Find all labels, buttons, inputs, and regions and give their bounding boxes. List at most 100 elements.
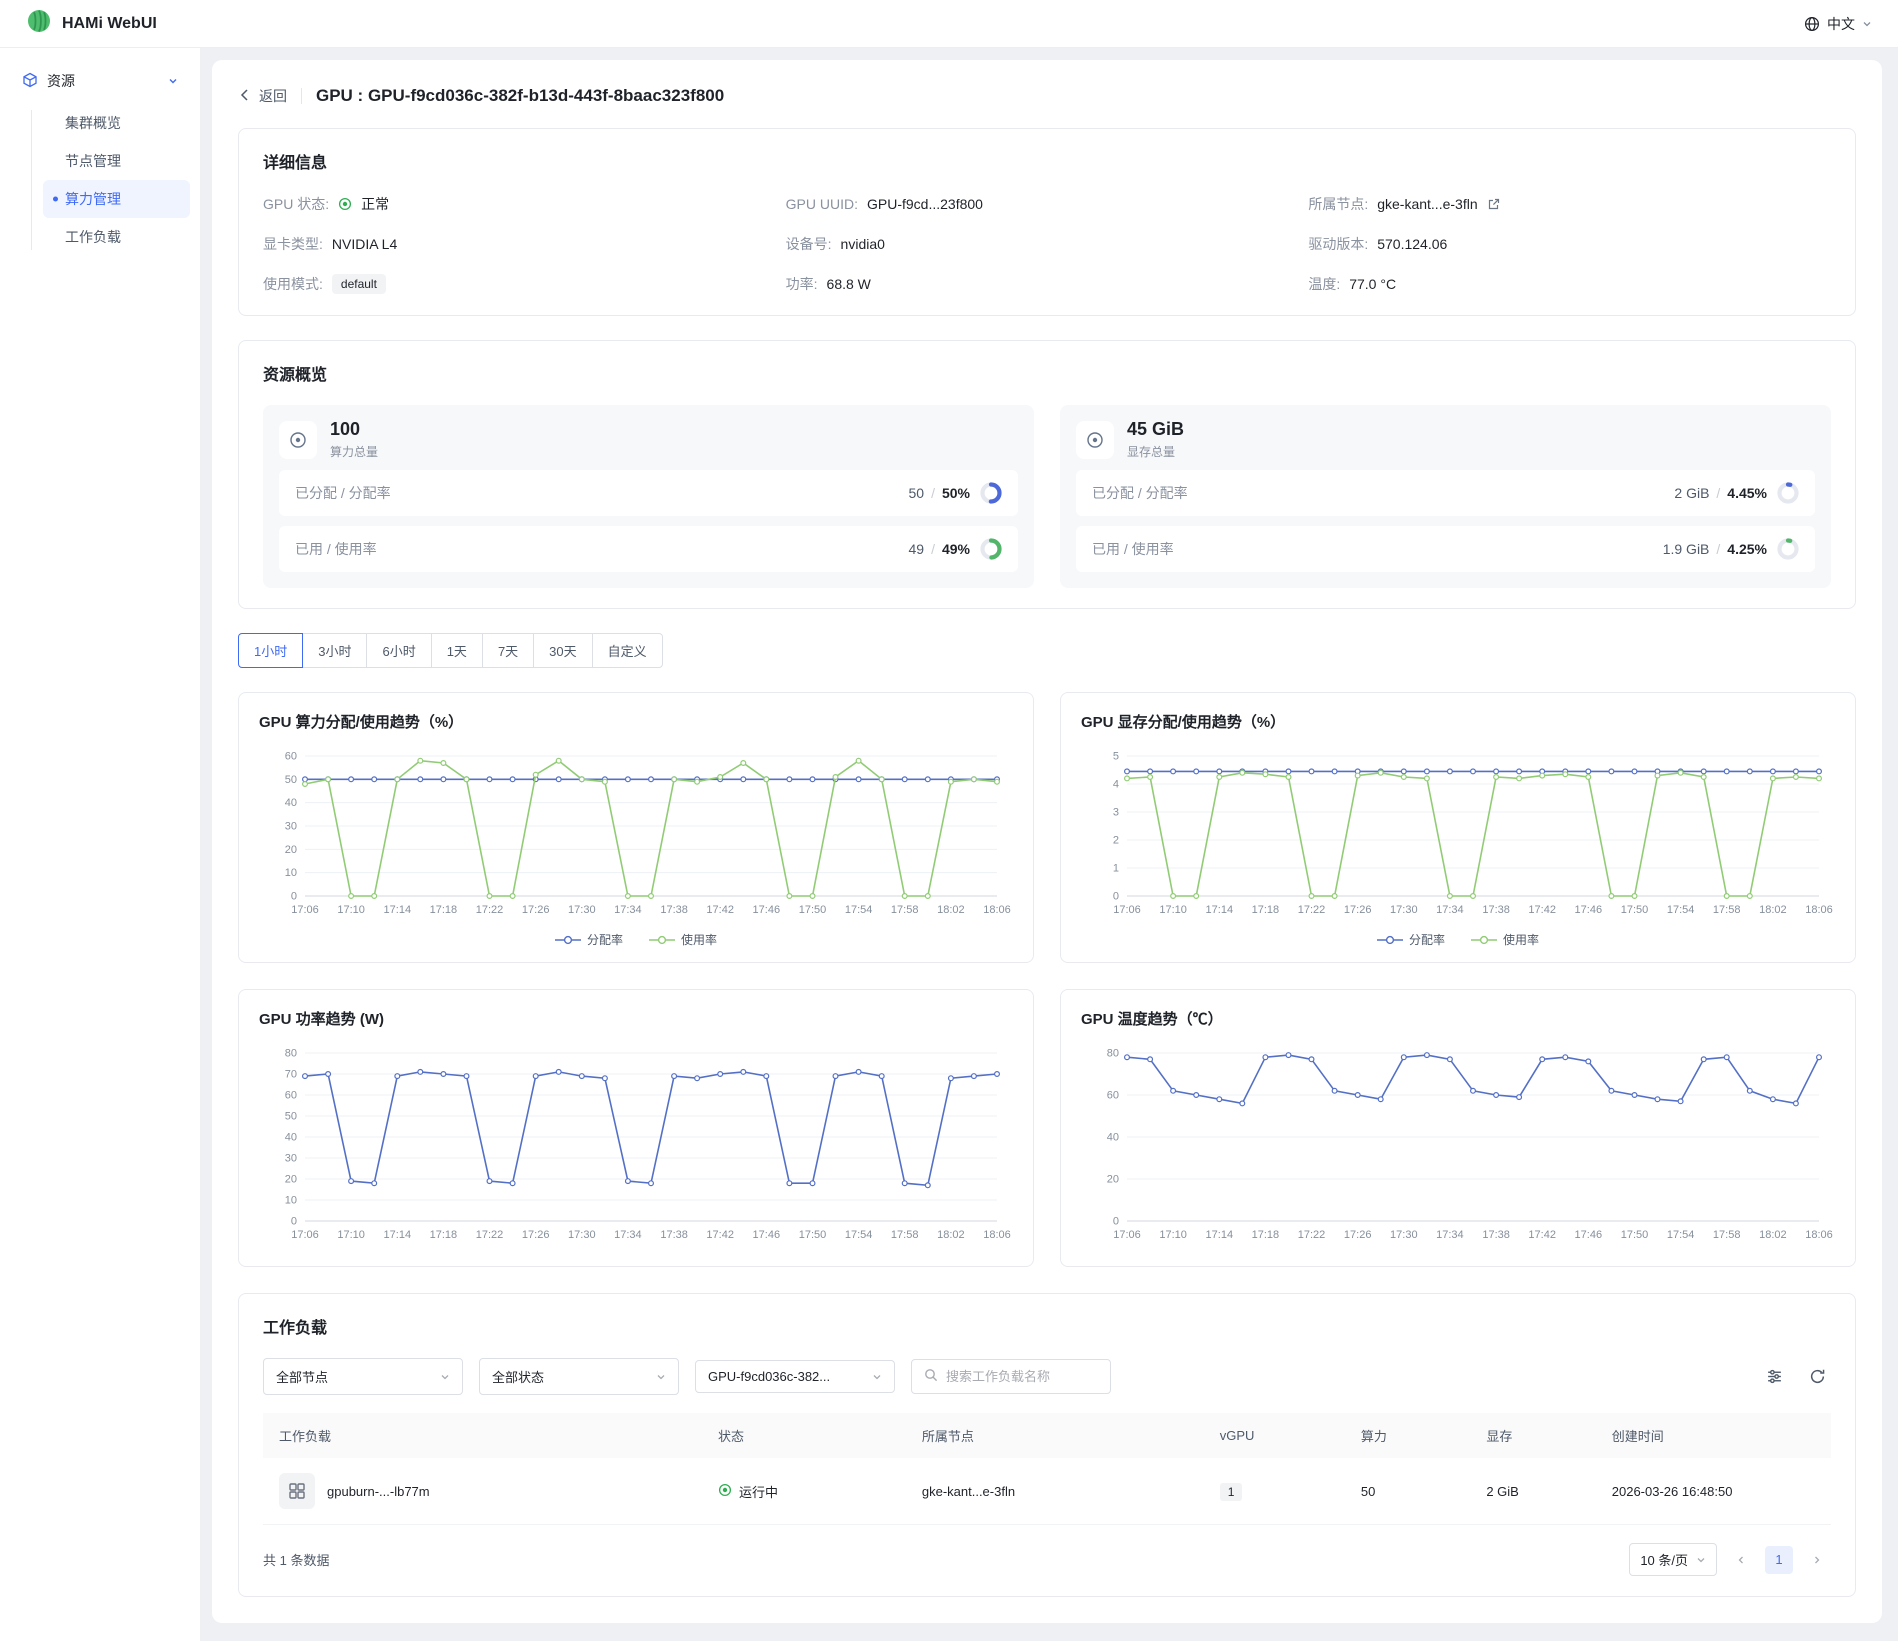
detail-device-no: 设备号:nvidia0 [786,233,1309,255]
resource-row-value: 49/49% [909,538,1003,560]
sidebar-item-workloads[interactable]: 工作负载 [43,218,190,256]
workload-status: 运行中 [718,1482,778,1501]
chart-plot: 01234517:0617:1017:1417:1817:2217:2617:3… [1081,744,1835,927]
resource-panel-head: 100 算力总量 [279,419,1018,460]
legend-item-alloc[interactable]: 分配率 [1377,931,1445,948]
time-tab-1h[interactable]: 1小时 [238,633,303,668]
workloads-filters: 全部节点 全部状态 GPU-f9cd036c-382... [263,1358,1831,1395]
chart-title: GPU 显存分配/使用趋势（%） [1081,711,1835,732]
resource-total-label: 显存总量 [1127,443,1184,460]
svg-text:17:26: 17:26 [522,1229,550,1241]
page-size-select[interactable]: 10 条/页 [1629,1543,1717,1576]
detail-label: 功率: [786,274,818,294]
legend-item-alloc[interactable]: 分配率 [555,931,623,948]
detail-gpu-uuid: GPU UUID:GPU-f9cd...23f800 [786,193,1309,215]
workload-row[interactable]: gpuburn-...-lb77m 运行中 gke-kant...e-3fln … [263,1458,1831,1525]
svg-text:17:22: 17:22 [476,904,504,916]
resource-panels: 100 算力总量 已分配 / 分配率 50/50% 已用 / 使用率 49/49… [263,405,1831,588]
svg-text:4: 4 [1113,779,1119,791]
legend-item-usage[interactable]: 使用率 [1471,931,1539,948]
time-tab-7d[interactable]: 7天 [482,633,534,668]
svg-text:18:06: 18:06 [1805,904,1833,916]
column-header-3: vGPU [1204,1413,1345,1458]
chart-temperature-trend: GPU 温度趋势（℃）02040608017:0617:1017:1417:18… [1060,989,1856,1267]
time-tab-6h[interactable]: 6小时 [366,633,431,668]
svg-text:17:46: 17:46 [1575,904,1603,916]
column-settings-button[interactable] [1761,1363,1788,1390]
detail-gpu-type: 显卡类型:NVIDIA L4 [263,233,786,255]
svg-text:17:46: 17:46 [1575,1229,1603,1241]
svg-text:17:14: 17:14 [1206,1229,1234,1241]
sidebar-item-node-management[interactable]: 节点管理 [43,142,190,180]
svg-text:17:58: 17:58 [891,904,919,916]
chart-plot: 0102030405060708017:0617:1017:1417:1817:… [259,1041,1013,1252]
time-tab-3h[interactable]: 3小时 [302,633,367,668]
detail-value: NVIDIA L4 [332,236,397,252]
svg-text:80: 80 [285,1048,297,1060]
svg-text:17:38: 17:38 [660,1229,688,1241]
donut-progress [1777,482,1799,504]
time-range-tabs: 1小时3小时6小时1天7天30天自定义 [238,633,1856,668]
arrow-left-icon [238,88,252,105]
column-header-0: 工作负载 [263,1413,702,1458]
chevron-left-icon [1736,1555,1746,1565]
gpu-filter-select[interactable]: GPU-f9cd036c-382... [695,1360,895,1393]
time-tab-custom[interactable]: 自定义 [592,633,663,668]
svg-text:0: 0 [1113,1216,1119,1228]
svg-text:1: 1 [1113,863,1119,875]
chevron-down-icon [872,1372,882,1382]
refresh-icon [1809,1368,1826,1385]
page-1-button[interactable]: 1 [1765,1546,1793,1574]
sidebar-section-resources[interactable]: 资源 [10,62,190,100]
resources-cube-icon [22,72,38,91]
sidebar-item-compute-management[interactable]: 算力管理 [43,180,190,218]
svg-text:17:50: 17:50 [799,904,827,916]
svg-text:40: 40 [1107,1132,1119,1144]
page-size-value: 10 条/页 [1640,1550,1688,1569]
workload-name[interactable]: gpuburn-...-lb77m [327,1484,430,1499]
workload-memory: 2 GiB [1470,1458,1595,1525]
legend-item-usage[interactable]: 使用率 [649,931,717,948]
status-filter-select[interactable]: 全部状态 [479,1358,679,1395]
time-tab-30d[interactable]: 30天 [533,633,592,668]
table-footer: 共 1 条数据 10 条/页 1 [263,1543,1831,1576]
svg-text:17:50: 17:50 [1621,904,1649,916]
content-panel: 返回 GPU : GPU-f9cd036c-382f-b13d-443f-8ba… [212,60,1882,1623]
app-title: HAMi WebUI [62,15,157,33]
workloads-table: 工作负载状态所属节点vGPU算力显存创建时间 gpuburn-...-lb77m… [263,1413,1831,1525]
detail-value: GPU-f9cd...23f800 [867,196,983,212]
external-link-icon[interactable] [1487,198,1500,211]
chevron-down-icon [440,1372,450,1382]
sidebar-item-cluster-overview[interactable]: 集群概览 [43,104,190,142]
svg-text:17:06: 17:06 [291,904,319,916]
workload-search-input[interactable] [946,1369,1098,1384]
status-running-icon [718,1483,732,1500]
svg-text:17:10: 17:10 [1159,1229,1187,1241]
time-tab-1d[interactable]: 1天 [431,633,483,668]
prev-page-button[interactable] [1727,1546,1755,1574]
refresh-button[interactable] [1804,1363,1831,1390]
node-filter-select[interactable]: 全部节点 [263,1358,463,1395]
resource-row-value: 1.9 GiB/4.25% [1663,538,1799,560]
language-selector[interactable]: 中文 [1804,14,1872,34]
resource-panel-head: 45 GiB 显存总量 [1076,419,1815,460]
svg-text:17:14: 17:14 [1206,904,1234,916]
svg-text:2: 2 [1113,835,1119,847]
chart-compute-trend: GPU 算力分配/使用趋势（%）010203040506017:0617:101… [238,692,1034,963]
svg-text:17:34: 17:34 [1436,904,1464,916]
detail-node: 所属节点:gke-kant...e-3fln [1308,193,1831,215]
svg-text:18:02: 18:02 [937,1229,965,1241]
chart-legend: 分配率 使用率 [1081,931,1835,948]
back-button[interactable]: 返回 [238,86,287,106]
detail-value-badge: default [332,274,386,294]
next-page-button[interactable] [1803,1546,1831,1574]
svg-text:20: 20 [285,1174,297,1186]
resource-row-value: 2 GiB/4.45% [1674,482,1799,504]
resource-row-label: 已分配 / 分配率 [1092,483,1188,503]
page-title: GPU : GPU-f9cd036c-382f-b13d-443f-8baac3… [316,86,724,106]
svg-text:17:50: 17:50 [1621,1229,1649,1241]
resource-total-label: 算力总量 [330,443,378,460]
sidebar: 资源 集群概览节点管理算力管理工作负载 [0,48,200,1641]
svg-text:17:18: 17:18 [1252,904,1280,916]
detail-label: 所属节点: [1308,194,1368,214]
